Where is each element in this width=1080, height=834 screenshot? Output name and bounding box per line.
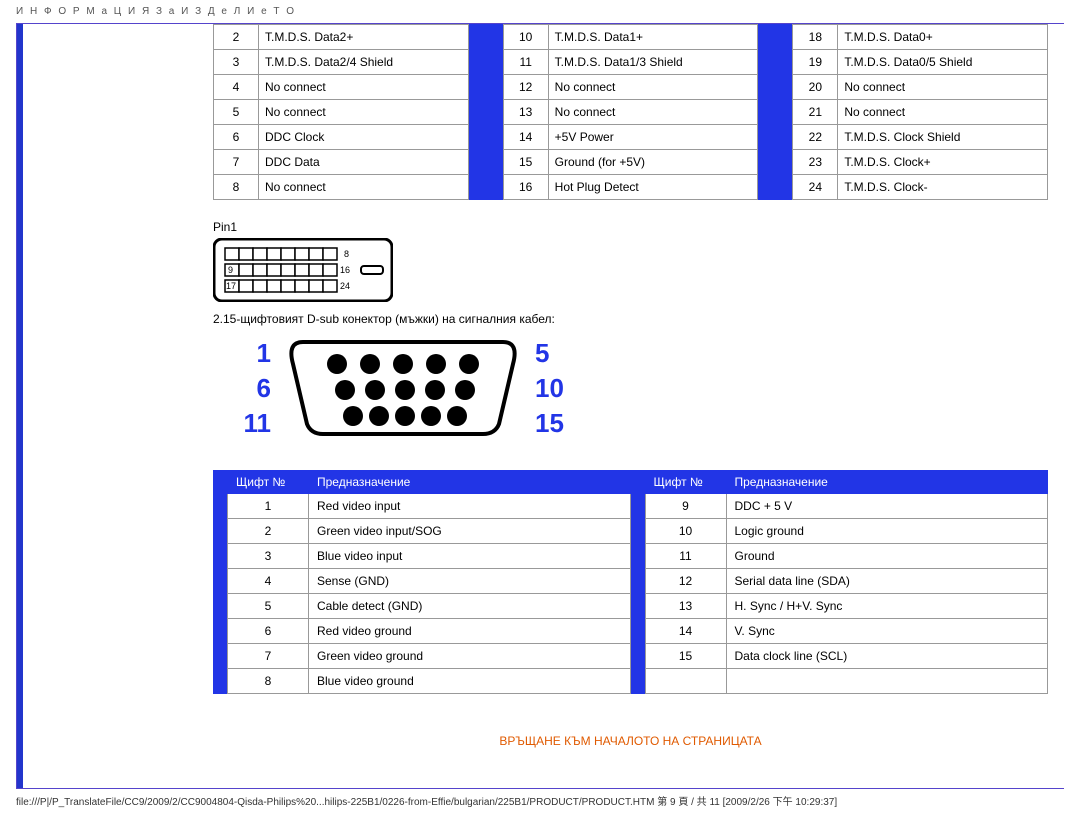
blue-separator bbox=[469, 24, 503, 200]
vga-header-assign: Предназначение bbox=[726, 471, 1048, 494]
vga-connector-icon bbox=[283, 336, 523, 440]
vga-table-left: Щифт № Предназначение 1Red video input 2… bbox=[227, 470, 631, 694]
dvi-pin-9: 9 bbox=[228, 265, 233, 275]
dvi-pin-24: 24 bbox=[340, 281, 350, 291]
dvi-connector-icon: 8 9 16 17 24 bbox=[213, 238, 393, 302]
vga-num-left-11: 11 bbox=[243, 408, 271, 439]
blue-separator bbox=[631, 470, 645, 694]
dvi-pin-16: 16 bbox=[340, 265, 350, 275]
dvi-pin-8: 8 bbox=[344, 249, 349, 259]
vga-pin-tables: Щифт № Предназначение 1Red video input 2… bbox=[213, 470, 1048, 694]
dvi-pin-table: 2T.M.D.S. Data2+ 3T.M.D.S. Data2/4 Shiel… bbox=[213, 24, 1048, 200]
vga-header-pin: Щифт № bbox=[645, 471, 726, 494]
page-title: И Н Ф О Р М а Ц И Я З а И З Д е Л И е Т … bbox=[0, 0, 1080, 23]
vga-num-right-15: 15 bbox=[535, 408, 563, 439]
vga-connector-figure: 1 6 11 bbox=[243, 336, 1048, 440]
dvi-col3: 18T.M.D.S. Data0+ 19T.M.D.S. Data0/5 Shi… bbox=[792, 24, 1048, 200]
vga-num-left-6: 6 bbox=[243, 373, 271, 404]
vga-num-right-10: 10 bbox=[535, 373, 563, 404]
dvi-col1: 2T.M.D.S. Data2+ 3T.M.D.S. Data2/4 Shiel… bbox=[213, 24, 469, 200]
back-to-top-link[interactable]: ВРЪЩАНЕ КЪМ НАЧАЛОТО НА СТРАНИЦАТА bbox=[213, 734, 1048, 748]
vga-header-pin: Щифт № bbox=[228, 471, 309, 494]
dvi-pin1-label: Pin1 bbox=[213, 220, 1048, 234]
vga-num-right-5: 5 bbox=[535, 338, 563, 369]
content-frame: 2T.M.D.S. Data2+ 3T.M.D.S. Data2/4 Shiel… bbox=[16, 23, 1064, 789]
vga-header-assign: Предназначение bbox=[309, 471, 631, 494]
blue-separator bbox=[758, 24, 792, 200]
dvi-connector-figure: Pin1 8 9 bbox=[213, 220, 1048, 302]
vga-table-right: Щифт № Предназначение 9DDC + 5 V 10Logic… bbox=[645, 470, 1049, 694]
dvi-col2: 10T.M.D.S. Data1+ 11T.M.D.S. Data1/3 Shi… bbox=[503, 24, 759, 200]
blue-separator bbox=[213, 470, 227, 694]
vga-num-left-1: 1 bbox=[243, 338, 271, 369]
dvi-pin-17: 17 bbox=[226, 281, 236, 291]
dsub-heading: 2.15-щифтовият D-sub конектор (мъжки) на… bbox=[213, 312, 1048, 326]
source-path: file:///P|/P_TranslateFile/CC9/2009/2/CC… bbox=[0, 789, 1080, 812]
